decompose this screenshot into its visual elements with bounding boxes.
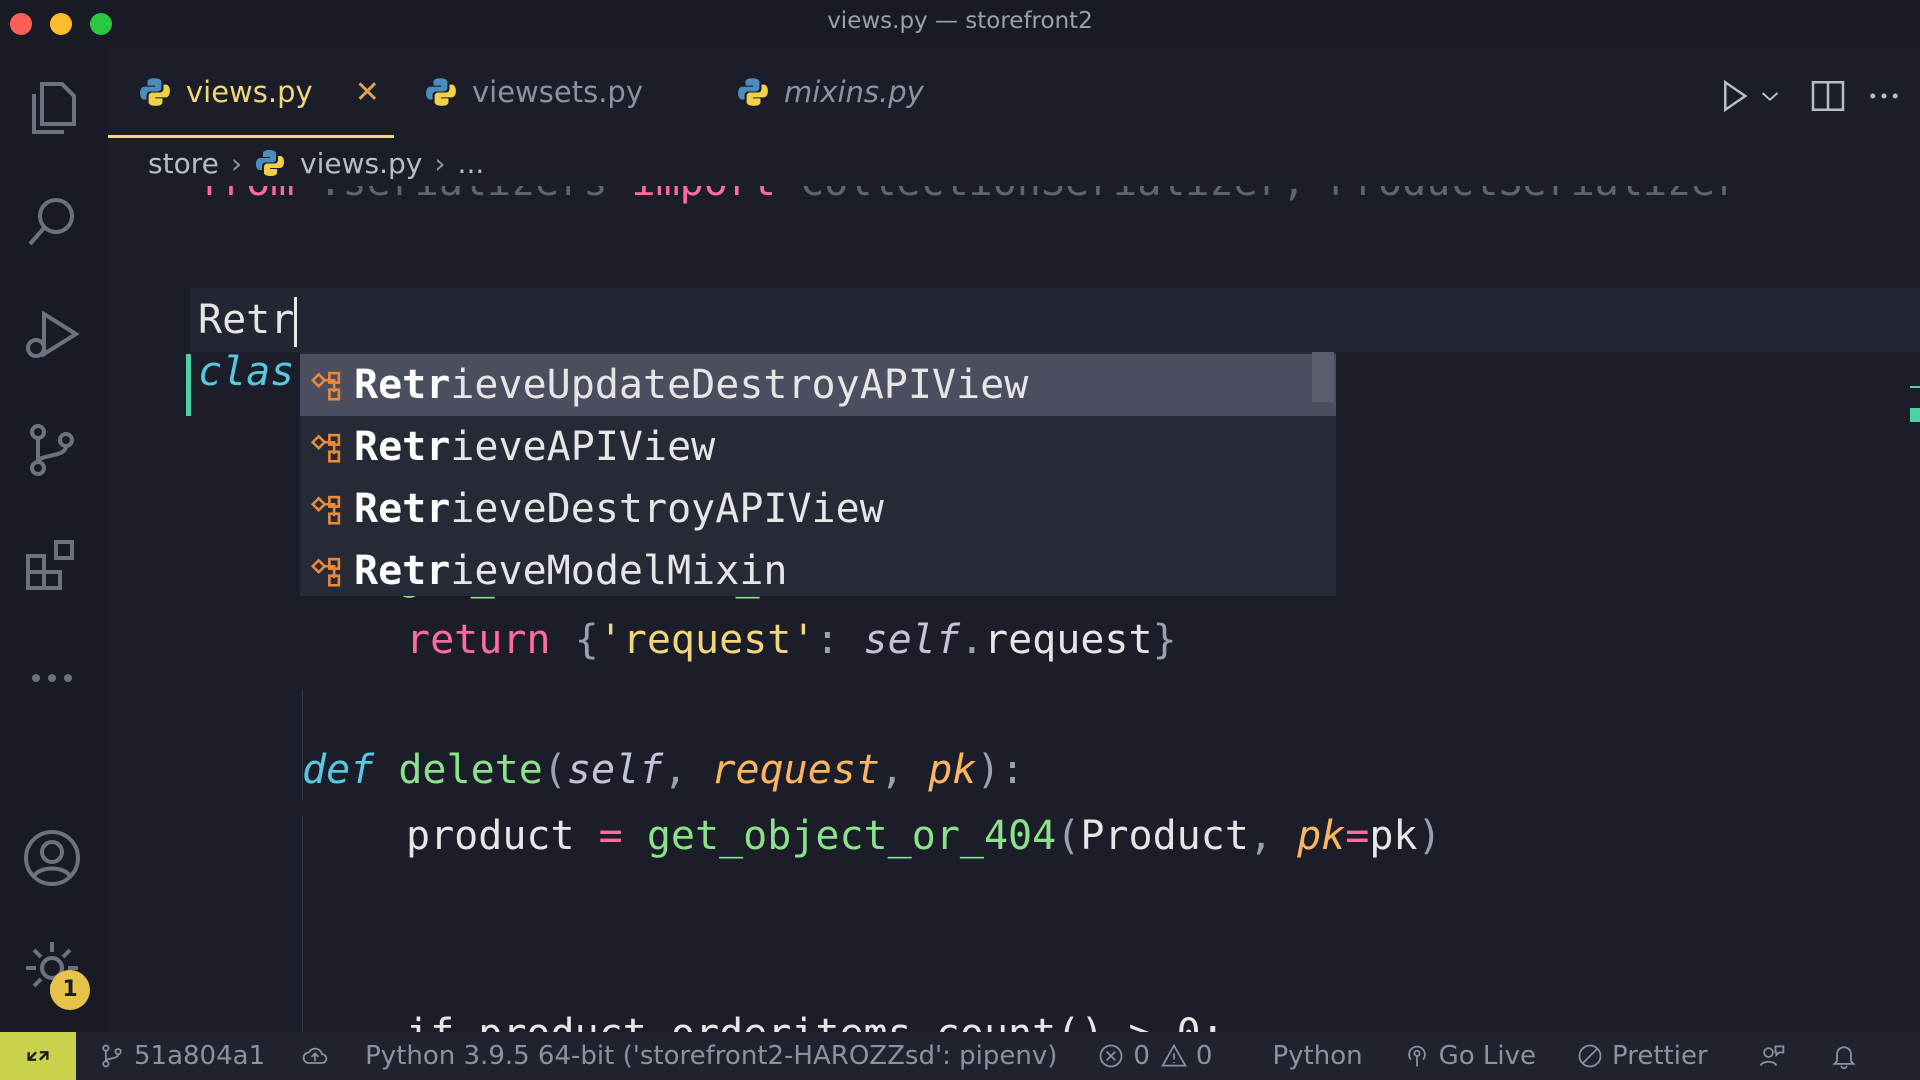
prettier-status[interactable]: Prettier <box>1576 1041 1708 1071</box>
run-options-chevron-icon[interactable] <box>1758 76 1782 116</box>
tab-close-icon[interactable]: ✕ <box>355 75 380 110</box>
breadcrumb-more[interactable]: ... <box>458 147 485 180</box>
search-icon[interactable] <box>20 190 84 254</box>
run-debug-icon[interactable] <box>20 304 84 368</box>
indent-guide <box>302 816 303 1032</box>
suggestion-item[interactable]: Retr ieveModelMixin <box>300 540 1336 596</box>
error-icon <box>1100 1044 1123 1068</box>
suggestion-item[interactable]: Retr ieveAPIView <box>300 416 1336 478</box>
feedback-person-icon <box>1759 1045 1784 1067</box>
overview-ruler-marker <box>1910 386 1920 388</box>
code-line-def-delete: def delete(self, request, pk): <box>302 747 1025 793</box>
class-symbol-icon <box>308 366 346 404</box>
breadcrumb-file[interactable]: views.py <box>300 147 422 180</box>
class-symbol-icon <box>308 428 346 466</box>
split-editor-icon[interactable] <box>1808 76 1848 116</box>
tab-views-py[interactable]: views.py ✕ <box>138 46 380 138</box>
text-cursor <box>294 297 298 347</box>
run-file-icon[interactable] <box>1714 76 1754 116</box>
class-symbol-icon <box>308 490 346 528</box>
go-live-status[interactable]: Go Live <box>1403 1041 1536 1071</box>
settings-update-badge: 1 <box>50 970 90 1010</box>
editor-tab-bar: views.py ✕ viewsets.py mixins.py <box>108 46 1920 138</box>
cloud-upload-icon <box>302 1047 328 1064</box>
suggestions-scrollbar[interactable] <box>1312 352 1334 402</box>
tab-label: mixins.py <box>784 75 924 109</box>
code-line-if: if product.orderitems.count() > 0: <box>406 1004 1225 1032</box>
active-tab-indicator <box>108 135 394 138</box>
code-line-typing: Retr <box>198 290 298 350</box>
code-editor[interactable]: from .serializers import CollectionSeria… <box>108 186 1920 1032</box>
python-file-icon <box>256 150 285 176</box>
overview-ruler-marker <box>1910 408 1920 422</box>
code-line-product: product = get_object_or_404(Product, pk=… <box>406 813 1442 859</box>
class-symbol-icon <box>308 552 346 590</box>
notifications-status[interactable] <box>1830 1042 1866 1070</box>
language-mode-status[interactable]: Python <box>1272 1041 1362 1071</box>
more-icon[interactable] <box>20 646 84 710</box>
suggestion-item[interactable]: Retr ieveUpdateDestroyAPIView <box>300 354 1336 416</box>
window-title: views.py — storefront2 <box>827 8 1093 34</box>
git-added-gutter-marker <box>186 354 191 416</box>
tab-viewsets-py[interactable]: viewsets.py <box>424 46 643 138</box>
sync-status[interactable] <box>301 1042 337 1070</box>
explorer-icon[interactable] <box>20 76 84 140</box>
code-line-import: from .serializers import CollectionSeria… <box>198 186 1739 212</box>
extensions-icon[interactable] <box>20 532 84 596</box>
autocomplete-suggestions: Retr ieveUpdateDestroyAPIView Retr ieveAPI… <box>300 352 1336 596</box>
suggestion-item[interactable]: Retr ieveDestroyAPIView <box>300 478 1336 540</box>
git-branch-icon <box>102 1044 122 1068</box>
python-file-icon <box>738 78 768 106</box>
activity-bar: 1 <box>0 46 108 1032</box>
python-interpreter-status[interactable]: Python 3.9.5 64-bit ('storefront2-HAROZZ… <box>365 1041 1057 1071</box>
current-line-highlight <box>190 288 1920 352</box>
status-bar: 51a804a1 Python 3.9.5 64-bit ('storefron… <box>0 1032 1920 1080</box>
title-bar: views.py — storefront2 <box>0 0 1920 46</box>
more-actions-icon[interactable] <box>1864 76 1904 116</box>
git-branch-status[interactable]: 51a804a1 <box>98 1041 265 1071</box>
feedback-status[interactable] <box>1758 1042 1794 1070</box>
problems-status[interactable]: 0 0 <box>1097 1041 1212 1071</box>
prettier-disabled-icon <box>1578 1044 1602 1068</box>
chevron-right-icon: › <box>230 146 243 180</box>
code-line-return: return {'request': self.request} <box>406 617 1177 663</box>
remote-icon <box>27 1051 49 1061</box>
account-icon[interactable] <box>20 826 84 890</box>
tab-label: views.py <box>186 75 313 109</box>
bell-icon <box>1831 1046 1856 1070</box>
python-file-icon <box>426 78 456 106</box>
remote-indicator[interactable] <box>0 1032 76 1080</box>
code-line-class: clas <box>198 349 295 395</box>
warning-icon <box>1161 1043 1187 1067</box>
tab-mixins-py[interactable]: mixins.py <box>736 46 924 138</box>
breadcrumb-folder[interactable]: store <box>148 147 219 180</box>
broadcast-icon <box>1407 1045 1426 1067</box>
tab-label: viewsets.py <box>472 75 643 109</box>
python-file-icon <box>140 78 170 106</box>
chevron-right-icon: › <box>434 146 446 180</box>
source-control-icon[interactable] <box>20 418 84 482</box>
breadcrumb: store › views.py › ... <box>148 140 484 186</box>
